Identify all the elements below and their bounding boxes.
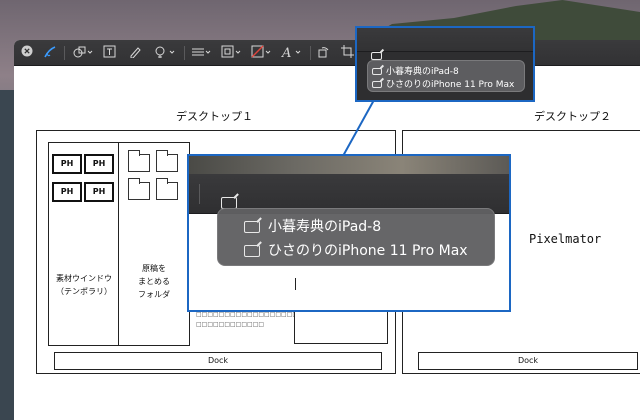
zoomed-wallpaper-strip [189, 156, 509, 174]
zoomed-callout: 小暮寿典のiPad-8 ひさのりのiPhone 11 Pro Max [187, 154, 511, 312]
device-icon [244, 245, 260, 257]
device-menu-large: 小暮寿典のiPad-8 ひさのりのiPhone 11 Pro Max [217, 208, 495, 266]
device-menu-item[interactable]: 小暮寿典のiPad-8 [244, 216, 381, 236]
zoomed-canvas-edge [295, 278, 375, 290]
device-menu-item[interactable]: 小暮寿典のiPad-8 [372, 64, 459, 77]
small-callout-toolbar [357, 28, 533, 52]
device-icon [372, 81, 382, 88]
toolbar-separator [199, 184, 200, 204]
device-icon [244, 221, 260, 233]
device-menu-item[interactable]: ひさのりのiPhone 11 Pro Max [372, 77, 514, 90]
device-icon [372, 68, 382, 75]
small-callout: 小暮寿典のiPad-8 ひさのりのiPhone 11 Pro Max [355, 26, 535, 102]
device-menu-item[interactable]: ひさのりのiPhone 11 Pro Max [244, 240, 468, 260]
device-menu-small: 小暮寿典のiPad-8 ひさのりのiPhone 11 Pro Max [367, 60, 525, 92]
